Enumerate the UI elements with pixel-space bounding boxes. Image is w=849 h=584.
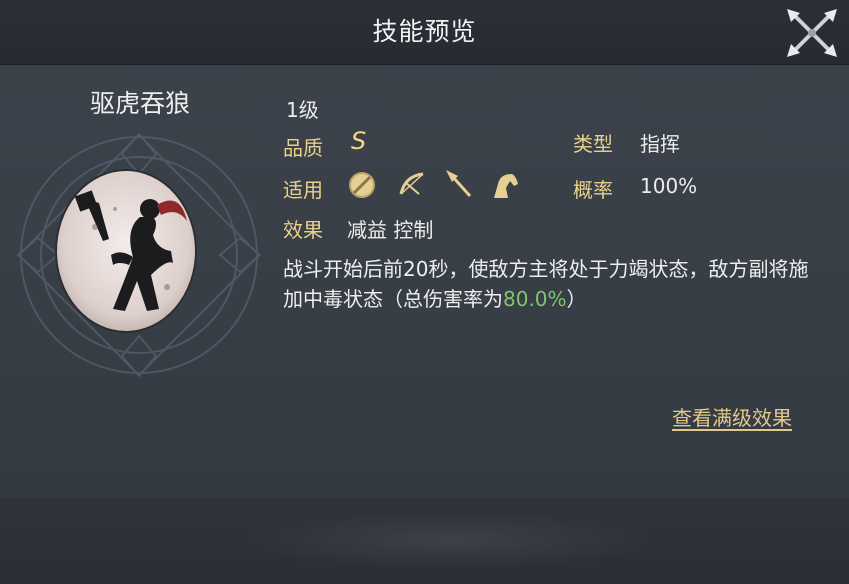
bow-troop-icon <box>399 172 424 195</box>
rate-label: 概率 <box>573 178 613 202</box>
spear-troop-icon <box>446 170 472 198</box>
quality-label: 品质 <box>283 136 323 160</box>
close-button[interactable] <box>782 4 842 62</box>
bottom-glow <box>240 510 660 570</box>
quality-value: S <box>351 127 367 155</box>
type-value: 指挥 <box>640 132 680 156</box>
skill-portrait <box>55 169 197 333</box>
window-title: 技能预览 <box>372 17 477 46</box>
cavalry-horse-icon <box>494 174 518 198</box>
description-close: ） <box>566 287 587 311</box>
skill-name: 驱虎吞狼 <box>89 89 190 118</box>
skill-description: 战斗开始后前20秒，使敌方主将处于力竭状态，敌方副将施加中毒状态（总伤害率为80… <box>283 254 823 314</box>
skill-level: 1级 <box>286 98 319 122</box>
effect-label: 效果 <box>283 218 323 242</box>
rate-value: 100% <box>640 174 698 198</box>
applicable-label: 适用 <box>283 178 323 202</box>
effect-value: 减益 控制 <box>347 218 434 242</box>
shield-troop-icon <box>349 172 375 198</box>
close-icon <box>787 9 837 57</box>
type-label: 类型 <box>573 132 613 156</box>
view-full-effect-link[interactable]: 查看满级效果 <box>672 402 792 431</box>
damage-rate-highlight: 80.0% <box>503 287 567 311</box>
